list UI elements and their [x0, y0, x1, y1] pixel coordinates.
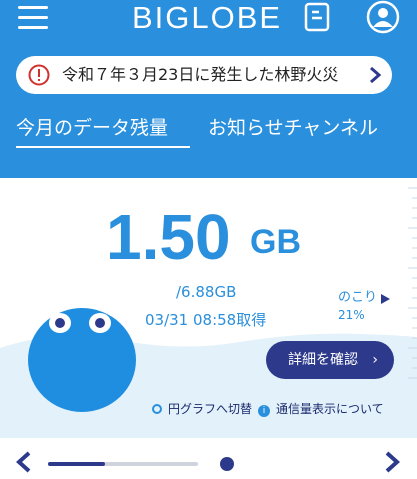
usage-display-info-link[interactable]: i 通信量表示について	[258, 400, 384, 418]
hamburger-menu-icon[interactable]	[18, 6, 50, 30]
carousel-pager	[0, 438, 417, 479]
view-details-label: 詳細を確認	[288, 352, 358, 368]
fetched-timestamp: 03/31 08:58取得	[145, 311, 267, 329]
tab-data-remaining[interactable]: 今月のデータ残量	[16, 114, 168, 142]
remaining-data-unit: GB	[250, 223, 301, 261]
chevron-right-icon[interactable]	[384, 450, 402, 474]
carousel-page-dot[interactable]	[220, 457, 234, 471]
account-icon[interactable]	[366, 0, 400, 34]
switch-to-pie-chart-label: 円グラフへ切替	[168, 402, 253, 416]
chevron-right-icon	[370, 66, 382, 84]
gauge-scale	[408, 187, 417, 379]
warning-icon	[28, 64, 50, 86]
switch-to-pie-chart-link[interactable]: 円グラフへ切替	[152, 400, 252, 418]
view-details-button[interactable]: 詳細を確認 ›	[266, 341, 394, 379]
mascot-character	[28, 308, 136, 412]
biglobe-logo: BIGLOBE	[132, 0, 283, 35]
info-icon: i	[258, 405, 270, 417]
news-icon[interactable]	[304, 2, 332, 32]
total-data-allowance: /6.88GB	[176, 283, 237, 301]
chevron-left-icon[interactable]	[14, 450, 32, 474]
gauge-pointer-icon	[381, 294, 390, 304]
usage-display-info-label: 通信量表示について	[276, 402, 384, 416]
chevron-right-icon: ›	[372, 352, 378, 368]
remaining-percent: 21%	[338, 308, 365, 322]
app-header: BIGLOBE 令和７年３月23日に発生した林野火災 今月のデータ残量 お知らせ…	[0, 0, 417, 178]
disaster-alert-banner[interactable]: 令和７年３月23日に発生した林野火災	[16, 56, 392, 94]
tab-notification-channel[interactable]: お知らせチャンネル	[208, 114, 378, 142]
carousel-progress-fill	[48, 462, 105, 466]
remaining-label: のこり	[338, 290, 378, 305]
remaining-data-value: 1.50	[106, 201, 231, 273]
pie-chart-icon	[152, 404, 162, 414]
data-usage-panel: 1.50 GB /6.88GB 03/31 08:58取得 のこり 21% 詳細…	[0, 178, 417, 438]
carousel-progress-track	[48, 462, 198, 466]
active-tab-indicator	[16, 146, 190, 148]
alert-text: 令和７年３月23日に発生した林野火災	[62, 65, 339, 84]
